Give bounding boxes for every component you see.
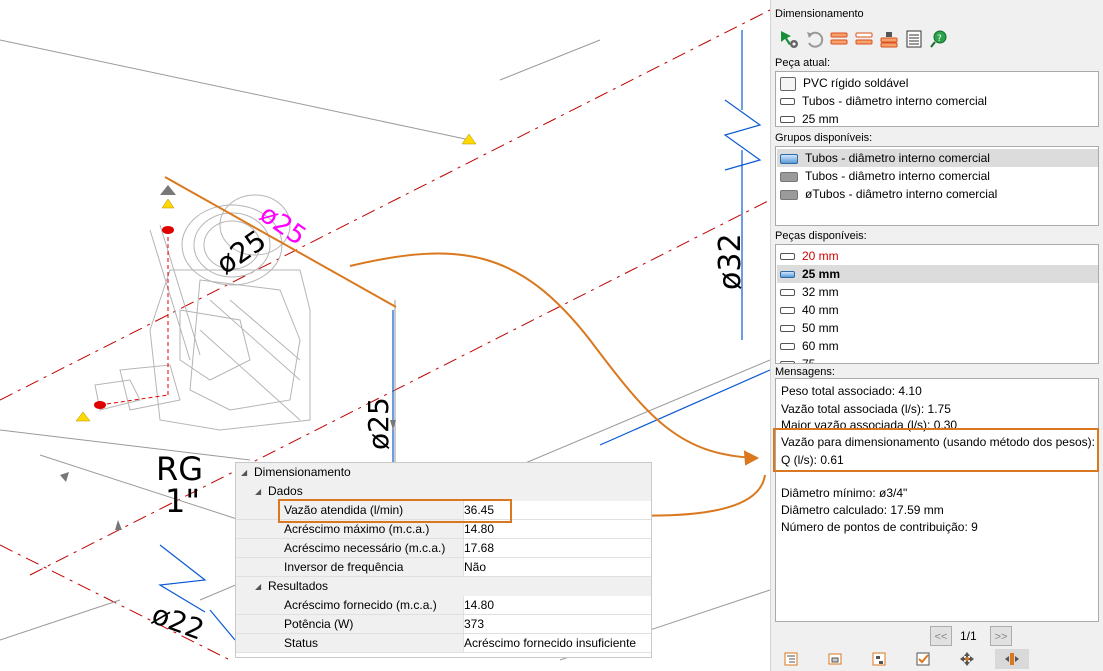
select-gear-icon[interactable] [779,28,799,50]
pipe-icon [780,307,795,315]
group-resultados[interactable]: ◢ Resultados [236,577,651,596]
layers-orange-alt-icon[interactable] [854,28,874,50]
property-value[interactable]: 17.68 [464,539,494,558]
prev-page-button[interactable]: << [930,626,952,646]
page-indicator: 1/1 [960,629,977,643]
group-item-label: Tubos - diâmetro interno comercial [805,151,990,165]
pipe-icon [780,253,795,261]
piece-item-label: 75 [802,357,816,364]
pieces-label: Peças disponíveis: [775,230,867,242]
property-label: Status [284,636,319,650]
groups-label: Grupos disponíveis: [775,132,873,144]
piece-item[interactable]: 40 mm [780,301,839,319]
pieces-list: 20 mm 25 mm 32 mm 40 mm 50 mm 60 mm 75 [775,244,1099,364]
pipe-icon [780,98,795,106]
pipe-icon [780,343,795,351]
register-size-label: 1" [165,482,200,520]
undo-icon[interactable] [804,28,824,50]
move-tab-icon[interactable] [955,649,979,669]
property-row[interactable]: Acréscimo necessário (m.c.a.) 17.68 [236,539,651,558]
groups-list: Tubos - diâmetro interno comercial Tubos… [775,146,1099,226]
piece-item-selected[interactable]: 25 mm [777,265,1098,283]
yellow-markers [75,133,477,422]
tree-item-label: 25 mm [802,112,839,126]
property-row[interactable]: Acréscimo fornecido (m.c.a.) 14.80 [236,596,651,615]
help-search-icon[interactable]: ? [929,28,949,50]
diameter-label-25-vertical: ø25 [362,397,395,450]
group-label: Resultados [268,579,329,593]
property-value[interactable]: Não [464,558,486,577]
diameter-label-32: ø32 [713,233,748,290]
category-label: Dimensionamento [254,465,351,479]
tree-item-label: Tubos - diâmetro interno comercial [802,94,987,108]
messages-label: Mensagens: [775,366,835,378]
tree-item[interactable]: PVC rígido soldável [780,74,908,92]
group-item[interactable]: Tubos - diâmetro interno comercial [780,167,990,185]
piece-item[interactable]: 60 mm [780,337,839,355]
pipe-gray-icon [780,189,798,200]
hierarchy-tab-icon[interactable] [867,649,891,669]
piece-item[interactable]: 20 mm [780,247,839,265]
group-item[interactable]: øTubos - diâmetro interno comercial [780,185,997,203]
dimensioning-panel: Dimensionamento ? Peça atual: PVC rígido… [770,0,1103,671]
property-row[interactable]: Inversor de frequência Não [236,558,651,577]
current-piece-tree: PVC rígido soldável Tubos - diâmetro int… [775,71,1099,127]
messages-box: Peso total associado: 4.10 Vazão total a… [775,378,1099,622]
pipe-blue-icon [780,271,795,279]
window-tab-icon[interactable] [823,649,847,669]
message-line: Diâmetro mínimo: ø3/4" [781,486,908,500]
message-line: Diâmetro calculado: 17.59 mm [781,503,944,517]
property-label: Inversor de frequência [284,560,404,574]
property-label: Potência (W) [284,617,354,631]
diameter-label-22: ø22 [148,598,209,647]
property-label: Acréscimo fornecido (m.c.a.) [284,598,437,612]
highlight-callout-vazao [278,499,512,523]
piece-item-label: 60 mm [802,339,839,353]
piece-item-label: 40 mm [802,303,839,317]
message-line: Número de pontos de contribuição: 9 [781,520,978,534]
property-value[interactable]: Acréscimo fornecido insuficiente [464,634,636,653]
property-value[interactable]: 14.80 [464,596,494,615]
tree-item[interactable]: 25 mm [780,110,839,126]
group-item-label: øTubos - diâmetro interno comercial [805,187,998,201]
resize-tab-icon[interactable] [995,649,1029,669]
svg-text:?: ? [937,34,942,44]
properties-grid: ◢ Dimensionamento ◢ Dados Vazão atendida… [235,462,652,658]
category-dimensionamento[interactable]: ◢ Dimensionamento [236,463,651,482]
report-icon[interactable] [904,28,924,50]
group-item-label: Tubos - diâmetro interno comercial [805,169,990,183]
highlight-callout-messages [773,428,1099,472]
pipe-blue-icon [780,153,798,164]
next-page-button[interactable]: >> [990,626,1012,646]
folder-icon [780,76,796,91]
message-line: Vazão total associada (l/s): 1.75 [781,402,951,416]
layers-orange-icon[interactable] [829,28,849,50]
tree-item-label: PVC rígido soldável [803,76,909,90]
pipe-icon [780,116,795,124]
property-value[interactable]: 373 [464,615,484,634]
piece-item-label: 25 mm [802,267,841,281]
property-row[interactable]: Potência (W) 373 [236,615,651,634]
current-piece-label: Peça atual: [775,57,831,69]
group-item-selected[interactable]: Tubos - diâmetro interno comercial [777,149,1098,167]
tree-tab-icon[interactable] [779,649,803,669]
message-line: Peso total associado: 4.10 [781,384,922,398]
property-label: Acréscimo necessário (m.c.a.) [284,541,446,555]
tree-item[interactable]: Tubos - diâmetro interno comercial [780,92,987,110]
piece-item-label: 20 mm [802,249,839,263]
check-tab-icon[interactable] [911,649,935,669]
piece-item[interactable]: 50 mm [780,319,839,337]
pipe-gray-icon [780,171,798,182]
piece-item-label: 32 mm [802,285,839,299]
piece-item[interactable]: 75 [780,355,816,364]
pipe-icon [780,361,795,363]
piece-item[interactable]: 32 mm [780,283,839,301]
piece-item-label: 50 mm [802,321,839,335]
pipe-icon [780,325,795,333]
pipe-icon [780,289,795,297]
panel-title: Dimensionamento [775,8,864,20]
property-row[interactable]: Status Acréscimo fornecido insuficiente [236,634,651,653]
lock-layers-icon[interactable] [879,28,899,50]
